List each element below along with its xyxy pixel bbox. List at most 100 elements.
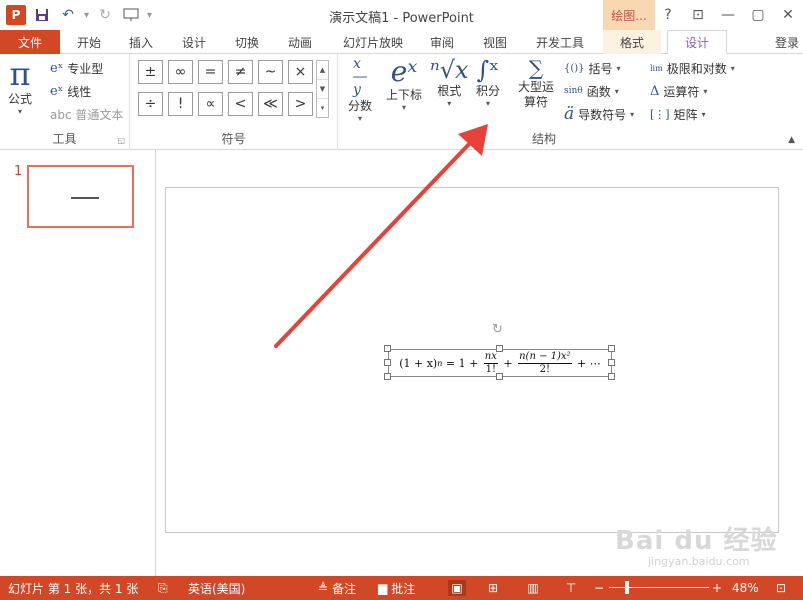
sign-in-link[interactable]: 登录 [775, 30, 799, 54]
comments-label: 批注 [391, 581, 416, 596]
zoom-slider-thumb[interactable] [625, 581, 629, 594]
tab-equation-design[interactable]: 设计 [667, 30, 727, 55]
notes-button[interactable]: ≜ 备注 [318, 576, 356, 600]
tab-file[interactable]: 文件 [0, 30, 60, 54]
ribbon-tab-bar: 文件 开始 插入 设计 切换 动画 幻灯片放映 审阅 视图 开发工具 格式 设计 [0, 30, 803, 55]
symbol-infinity[interactable]: ∞ [168, 60, 193, 84]
linear-button[interactable]: eˣ 线性 [50, 81, 91, 101]
limit-log-button[interactable]: lim 极限和对数 ▾ [650, 58, 735, 78]
minimize-button[interactable]: — [713, 0, 743, 30]
matrix-button[interactable]: [⋮] 矩阵 ▾ [650, 104, 706, 124]
slide-number: 1 [14, 164, 23, 179]
symbol-gallery: ± ∞ = ≠ ~ × ÷ ! ∝ < ≪ > [138, 60, 318, 120]
resize-handle[interactable] [496, 345, 503, 352]
group-tools: π 公式 ▾ eˣ 专业型 eˣ 线性 abc 普通文本 工具 ◱ [0, 54, 130, 150]
zoom-in-button[interactable]: + [712, 576, 722, 600]
integral-label: 积分 [476, 84, 501, 98]
collapse-ribbon-icon[interactable]: ▲ [788, 135, 795, 145]
equation-equals: = 1 + [442, 356, 482, 370]
operator-button[interactable]: Δ 运算符 ▾ [650, 81, 707, 101]
close-button[interactable]: ✕ [773, 0, 803, 30]
slide-info: 幻灯片 第 1 张，共 1 张 [8, 581, 139, 596]
symbol-times[interactable]: × [288, 60, 313, 84]
bracket-icon: {()} [564, 62, 585, 74]
thumbnail-equation-preview [71, 197, 99, 199]
fit-to-window-icon[interactable]: ⊡ [776, 576, 786, 600]
gallery-more-icon[interactable]: ▾ [317, 99, 328, 117]
zoom-slider-track[interactable] [609, 587, 709, 588]
gallery-down-icon[interactable]: ▼ [317, 80, 328, 99]
resize-handle[interactable] [608, 359, 615, 366]
function-button[interactable]: sinθ 函数 ▾ [564, 81, 619, 101]
chevron-down-icon: ▾ [630, 109, 635, 119]
zoom-out-button[interactable]: − [594, 576, 604, 600]
tab-design[interactable]: 设计 [173, 30, 215, 54]
slide-canvas[interactable]: ↻ (1 + x) n = 1 + nx 1! + n(n − 1)x² 2! +… [165, 187, 779, 533]
slide-thumbnail[interactable] [27, 165, 134, 228]
slide-sorter-icon: ⊞ [487, 581, 499, 595]
fraction-1-numerator: nx [483, 350, 498, 364]
large-operator-button[interactable]: ∑ 大型运算符 [512, 58, 560, 110]
tab-insert[interactable]: 插入 [120, 30, 162, 54]
symbol-much-less[interactable]: ≪ [258, 92, 283, 116]
integral-icon: ∫ˣ [476, 56, 500, 84]
symbol-divide[interactable]: ÷ [138, 92, 163, 116]
resize-handle[interactable] [384, 345, 391, 352]
rotate-handle-icon[interactable]: ↻ [492, 322, 506, 337]
help-button[interactable]: ? [653, 0, 683, 30]
normal-text-button[interactable]: abc 普通文本 [50, 104, 123, 124]
spell-check-icon[interactable]: ⎘ [158, 576, 168, 600]
slide-editor: ↻ (1 + x) n = 1 + nx 1! + n(n − 1)x² 2! +… [157, 150, 803, 576]
tab-review[interactable]: 审阅 [421, 30, 463, 54]
slideshow-button[interactable]: ⊤ [562, 576, 580, 600]
integral-button[interactable]: ∫ˣ 积分 ▾ [476, 58, 500, 108]
summation-icon: ∑ [528, 56, 544, 80]
resize-handle[interactable] [496, 373, 503, 380]
notes-label: 备注 [332, 581, 357, 596]
fraction-button[interactable]: x ― y 分数 ▾ [348, 56, 372, 123]
dialog-launcher-icon[interactable]: ◱ [117, 136, 125, 145]
reading-view-button[interactable]: ▥ [524, 576, 542, 600]
slideshow-icon: ⊤ [565, 581, 577, 595]
tab-developer[interactable]: 开发工具 [527, 30, 593, 54]
symbol-equals[interactable]: = [198, 60, 223, 84]
restore-button[interactable]: ▢ [743, 0, 773, 30]
symbol-not-equal[interactable]: ≠ [228, 60, 253, 84]
symbol-proportional[interactable]: ∝ [198, 92, 223, 116]
language-indicator[interactable]: 英语(美国) [188, 576, 245, 600]
professional-button[interactable]: eˣ 专业型 [50, 58, 103, 78]
radical-button[interactable]: ⁿ√x 根式 ▾ [430, 58, 469, 108]
normal-view-button[interactable]: ▣ [448, 576, 466, 600]
tab-home[interactable]: 开始 [68, 30, 110, 54]
fraction-icon: x ― y [353, 56, 367, 98]
chevron-down-icon: ▾ [614, 86, 619, 96]
symbol-tilde[interactable]: ~ [258, 60, 283, 84]
equation-button[interactable]: π 公式 ▾ [8, 58, 32, 116]
symbol-plus-minus[interactable]: ± [138, 60, 163, 84]
accent-icon: ä [564, 104, 575, 124]
bracket-button[interactable]: {()} 括号 ▾ [564, 58, 621, 78]
symbol-less-than[interactable]: < [228, 92, 253, 116]
resize-handle[interactable] [384, 373, 391, 380]
professional-format-icon: eˣ [50, 60, 64, 76]
zoom-level[interactable]: 48% [732, 576, 759, 600]
comments-button[interactable]: ▆ 批注 [378, 576, 415, 600]
tab-view[interactable]: 视图 [474, 30, 516, 54]
tab-slideshow[interactable]: 幻灯片放映 [334, 30, 412, 54]
tab-format[interactable]: 格式 [603, 30, 661, 54]
resize-handle[interactable] [608, 373, 615, 380]
tab-animations[interactable]: 动画 [279, 30, 321, 54]
status-bar: 幻灯片 第 1 张，共 1 张 ⎘ 英语(美国) ≜ 备注 ▆ 批注 ▣ ⊞ ▥… [0, 576, 803, 600]
resize-handle[interactable] [384, 359, 391, 366]
slide-sorter-button[interactable]: ⊞ [484, 576, 502, 600]
gallery-up-icon[interactable]: ▲ [317, 61, 328, 80]
accent-label: 导数符号 [578, 107, 627, 122]
accent-button[interactable]: ä 导数符号 ▾ [564, 104, 634, 124]
ribbon-display-options-button[interactable]: ⊡ [683, 0, 713, 30]
symbol-factorial[interactable]: ! [168, 92, 193, 116]
tab-transitions[interactable]: 切换 [226, 30, 268, 54]
function-label: 函数 [586, 84, 611, 99]
resize-handle[interactable] [608, 345, 615, 352]
script-button[interactable]: eˣ 上下标 ▾ [386, 58, 422, 113]
symbol-greater-than[interactable]: > [288, 92, 313, 116]
